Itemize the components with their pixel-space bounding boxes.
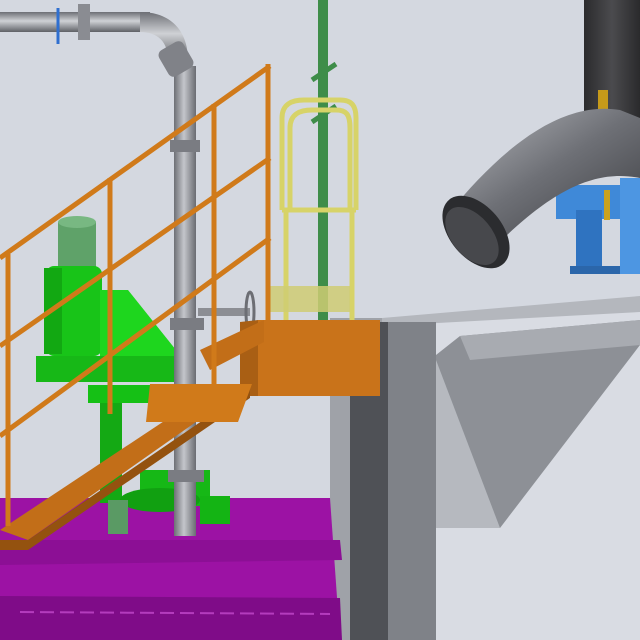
dark-vertical-stack xyxy=(584,0,640,122)
plant-3d-viewport[interactable] xyxy=(0,0,640,640)
